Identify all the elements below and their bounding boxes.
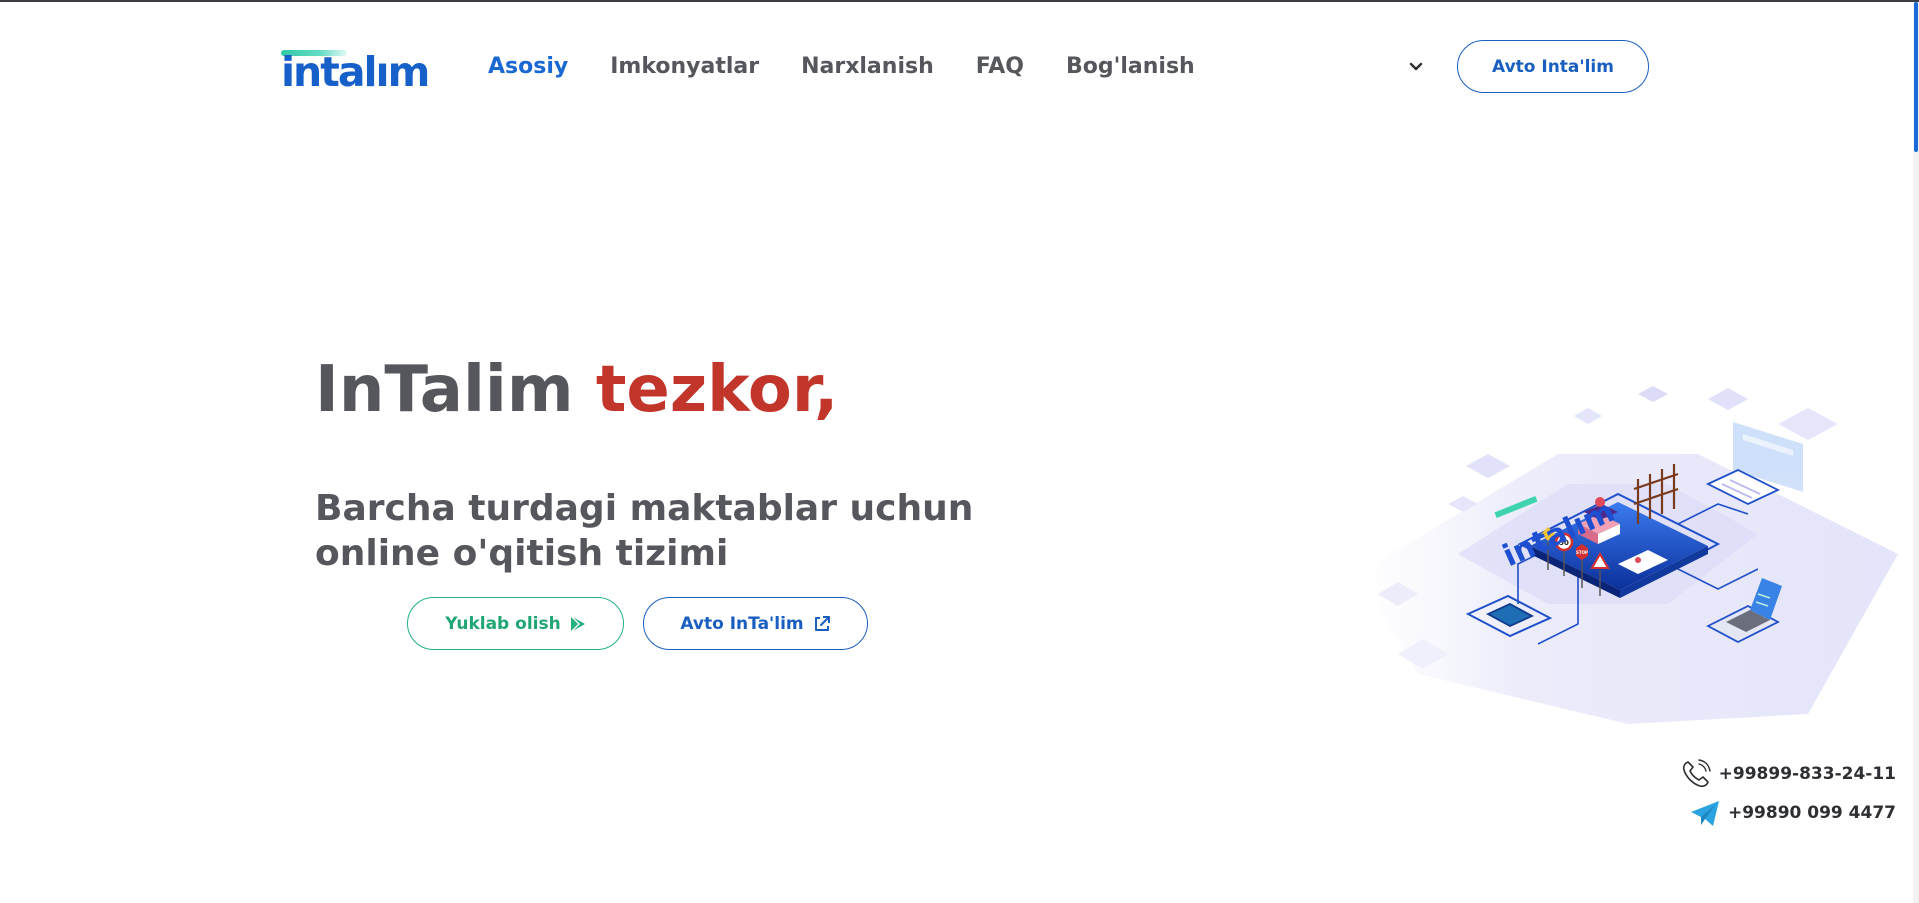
contact-telegram[interactable]: +99890 099 4477	[1689, 798, 1896, 828]
hero-title-brand: InTalim	[315, 353, 574, 427]
avto-intalim-header-button[interactable]: Avto Inta'lim	[1457, 40, 1649, 93]
nav-item-faq[interactable]: FAQ	[976, 52, 1024, 82]
window-top-border	[0, 0, 1919, 2]
hero-subtitle-line-2: online o'qitish tizimi	[315, 533, 729, 574]
open-button-label: Avto InTa'lim	[680, 613, 804, 634]
open-avto-intalim-button[interactable]: Avto InTa'lim	[643, 597, 868, 650]
hero-subtitle: Barcha turdagi maktablar uchun online o'…	[315, 486, 1035, 576]
nav-item-imkonyatlar[interactable]: Imkonyatlar	[610, 52, 759, 82]
language-dropdown-toggle[interactable]	[1405, 58, 1427, 76]
nav-item-asosiy[interactable]: Asosiy	[488, 52, 568, 82]
hero-title: InTalim tezkor,	[315, 350, 838, 430]
telegram-number: +99890 099 4477	[1727, 803, 1896, 823]
nav-item-narxlanish[interactable]: Narxlanish	[801, 52, 934, 82]
contact-phone[interactable]: +99899-833-24-11	[1680, 758, 1896, 790]
hero-subtitle-line-1: Barcha turdagi maktablar uchun	[315, 488, 974, 529]
page-scrollbar[interactable]	[1913, 2, 1919, 903]
download-button-label: Yuklab olish	[445, 613, 561, 634]
phone-icon	[1682, 759, 1711, 788]
logo-text: intalım	[281, 48, 430, 96]
download-button[interactable]: Yuklab olish	[407, 597, 624, 650]
telegram-icon	[1690, 801, 1719, 826]
nav-item-boglanish[interactable]: Bog'lanish	[1066, 52, 1195, 82]
chevron-down-icon	[1409, 62, 1423, 71]
intalim-logo[interactable]: intalım	[281, 48, 431, 96]
stop-sign-text: STOP	[1576, 550, 1588, 555]
phone-number: +99899-833-24-11	[1718, 764, 1896, 784]
hero-illustration: 50 STOP intalım	[1338, 374, 1910, 730]
scrollbar-thumb[interactable]	[1914, 2, 1918, 152]
hero-title-accent: tezkor,	[595, 353, 839, 427]
play-store-icon	[570, 615, 585, 632]
external-link-icon	[814, 615, 830, 631]
main-nav: Asosiy Imkonyatlar Narxlanish FAQ Bog'la…	[488, 52, 1237, 82]
isometric-platform-graphic: 50 STOP intalım	[1358, 386, 1898, 724]
